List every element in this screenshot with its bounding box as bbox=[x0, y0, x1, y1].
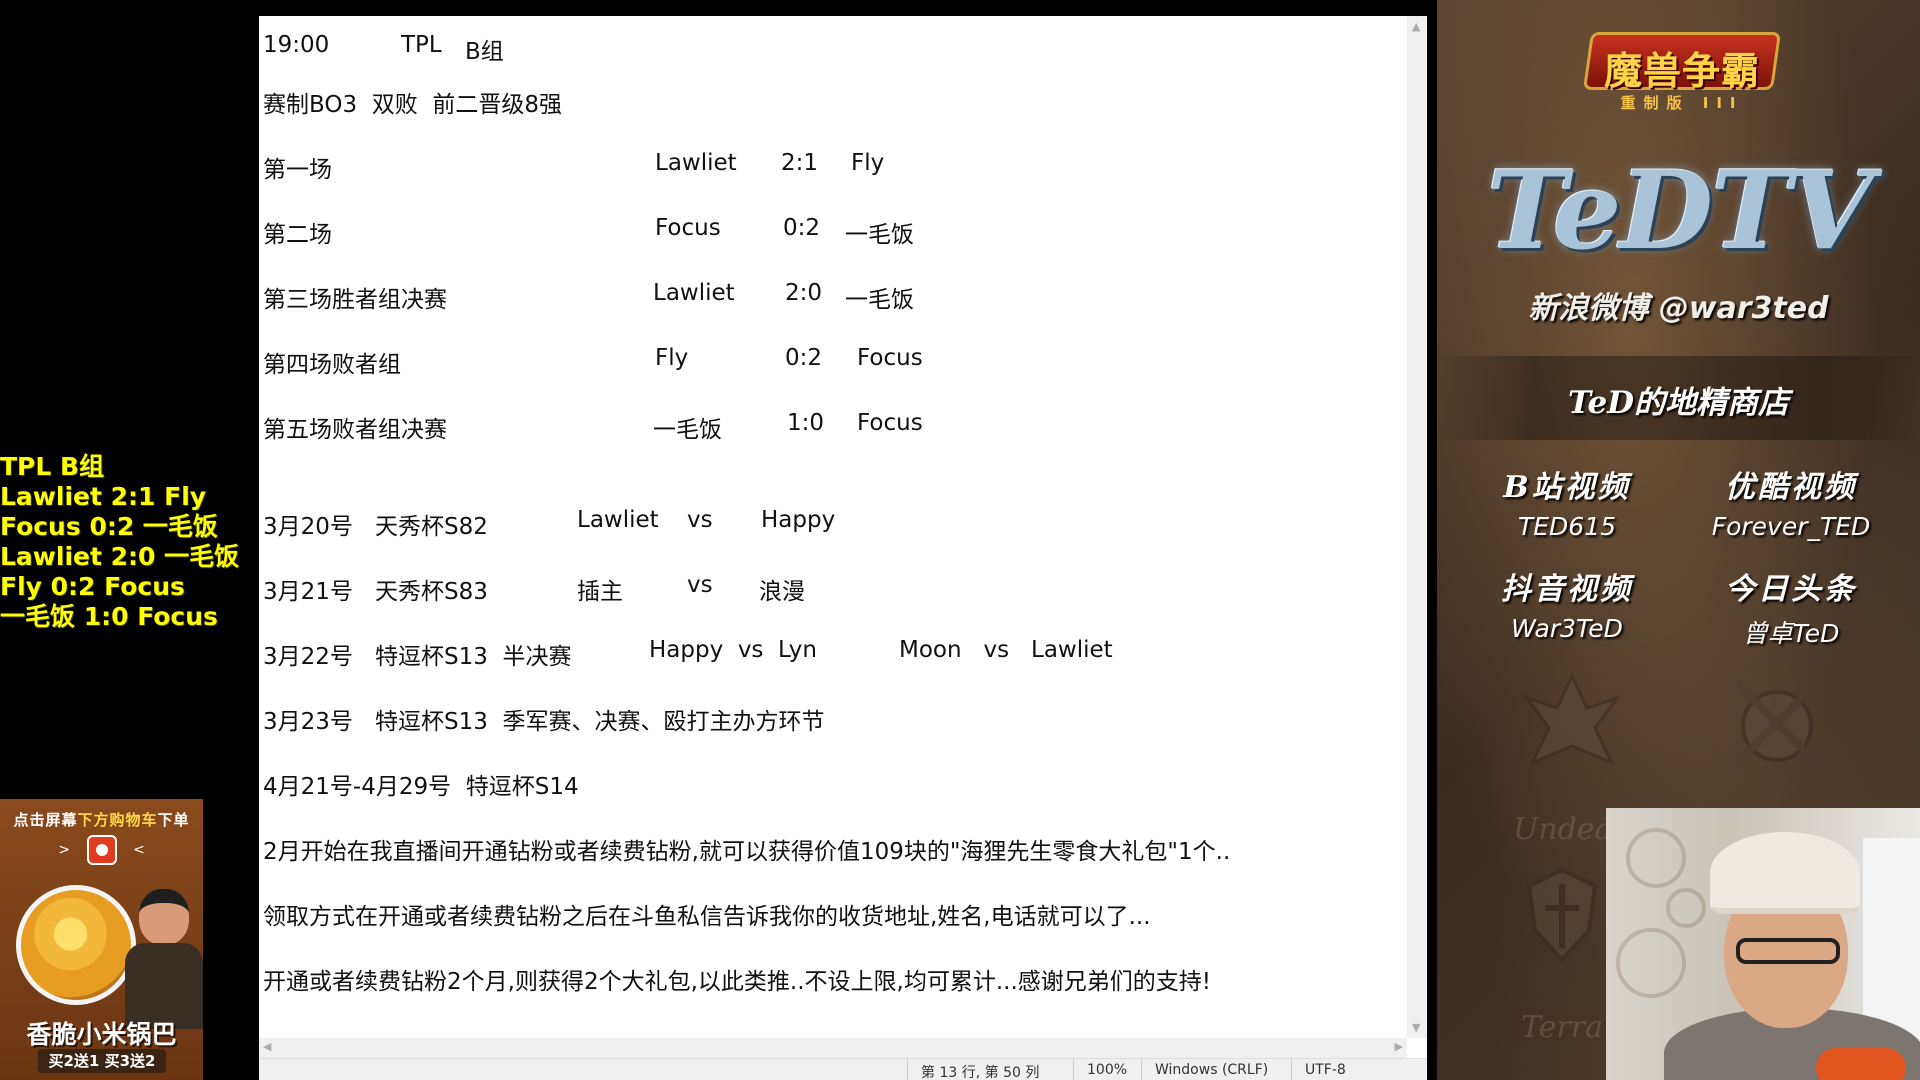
shopping-cart-icon[interactable] bbox=[86, 835, 117, 865]
vertical-scrollbar[interactable]: ▲ ▼ bbox=[1407, 16, 1427, 1038]
match-line: 第二场 Focus 0:2 一毛饭 bbox=[263, 215, 914, 248]
social-toutiao: 今日头条 曾卓TeD bbox=[1725, 572, 1857, 648]
scroll-down-icon[interactable]: ▼ bbox=[1412, 1021, 1420, 1034]
notice-line: 领取方式在开通或者续费钻粉之后在斗鱼私信告诉我你的收货地址,姓名,电话就可以了.… bbox=[263, 904, 1151, 930]
match-line: 第五场败者组决赛 一毛饭 1:0 Focus bbox=[263, 410, 923, 443]
warcraft-logo: 魔兽争霸 重制版 III bbox=[1582, 22, 1782, 124]
cursor-position: 第 13 行, 第 50 列 bbox=[921, 1065, 1040, 1080]
promo-person-image bbox=[125, 889, 203, 1029]
faded-race-text: Undea bbox=[1513, 812, 1613, 847]
header-event: TPL bbox=[401, 32, 442, 58]
promo-cart-row: > < bbox=[0, 835, 203, 865]
schedule-line: 3月22号 特逗杯S13 半决赛 Happy vs Lyn Moon vs La… bbox=[263, 637, 1113, 670]
score-overlay: TPL B组 Lawliet 2:1 Fly Focus 0:2 一毛饭 Law… bbox=[0, 452, 259, 632]
arrow-left-icon: < bbox=[132, 842, 145, 858]
horizontal-scrollbar[interactable]: ◀ ▶ bbox=[259, 1038, 1407, 1058]
shop-title: TeD的地精商店 bbox=[1567, 385, 1790, 421]
match-line: 第四场败者组 Fly 0:2 Focus bbox=[263, 345, 923, 378]
score-line: TPL B组 bbox=[0, 452, 105, 481]
arrow-right-icon: > bbox=[58, 842, 71, 858]
match-line: 第一场 Lawliet 2:1 Fly bbox=[263, 150, 885, 183]
social-youku: 优酷视频 Forever_TED bbox=[1711, 470, 1871, 541]
faded-race-text: Terra bbox=[1521, 1010, 1604, 1045]
orc-emblem-icon bbox=[1722, 668, 1832, 778]
scroll-right-icon[interactable]: ▶ bbox=[1395, 1040, 1403, 1053]
notice-line: 开通或者续费钻粉2个月,则获得2个大礼包,以此类推..不设上限,均可累计...感… bbox=[263, 969, 1211, 995]
social-douyin: 抖音视频 War3TeD bbox=[1501, 572, 1633, 643]
notice-line: 2月开始在我直播间开通钻粉或者续费钻粉,就可以获得价值109块的"海狸先生零食大… bbox=[263, 839, 1231, 865]
line-ending: Windows (CRLF) bbox=[1155, 1062, 1269, 1078]
header-time: 19:00 bbox=[263, 32, 330, 58]
promo-offer-badge: 买2送1 买3送2 bbox=[38, 1049, 166, 1073]
scroll-up-icon[interactable]: ▲ bbox=[1412, 20, 1420, 33]
promo-instruction: 点击屏幕下方购物车下单 bbox=[13, 811, 190, 829]
scroll-left-icon[interactable]: ◀ bbox=[263, 1040, 271, 1053]
schedule-line: 3月23号 特逗杯S13 季军赛、决赛、殴打主办方环节 bbox=[263, 709, 825, 735]
left-overlay-column: TPL B组 Lawliet 2:1 Fly Focus 0:2 一毛饭 Law… bbox=[0, 0, 259, 1080]
score-line: Fly 0:2 Focus bbox=[0, 572, 185, 601]
shop-banner: TeD的地精商店 bbox=[1437, 356, 1920, 440]
header-group: B组 bbox=[465, 39, 504, 65]
shopping-promo-banner[interactable]: 点击屏幕下方购物车下单 > < 香脆小米锅巴 买2送1 买3送2 bbox=[0, 799, 203, 1080]
human-emblem-icon bbox=[1507, 860, 1617, 970]
schedule-line: 3月21号 天秀杯S83 插主 vs 浪漫 bbox=[263, 572, 805, 605]
notepad-window: 19:00 TPL B组 赛制BO3 双败 前二晋级8强 第一场 Lawliet… bbox=[259, 16, 1427, 1080]
game-logo-subtitle: 重制版 III bbox=[1620, 94, 1744, 112]
match-line: 第三场胜者组决赛 Lawliet 2:0 一毛饭 bbox=[263, 280, 914, 313]
game-logo-text: 魔兽争霸 bbox=[1603, 49, 1760, 93]
zoom-level: 100% bbox=[1087, 1062, 1128, 1078]
channel-logo: TeDTV bbox=[1486, 148, 1874, 274]
undead-emblem-icon bbox=[1517, 668, 1627, 778]
text-line: 19:00 TPL B组 bbox=[263, 32, 863, 65]
score-line: Lawliet 2:0 一毛饭 bbox=[0, 542, 240, 571]
snack-bowl-image bbox=[16, 885, 136, 1005]
encoding: UTF-8 bbox=[1305, 1062, 1346, 1078]
score-line: Focus 0:2 一毛饭 bbox=[0, 512, 218, 541]
score-line: Lawliet 2:1 Fly bbox=[0, 482, 207, 511]
format-line: 赛制BO3 双败 前二晋级8强 bbox=[263, 92, 562, 118]
status-bar: 第 13 行, 第 50 列 100% Windows (CRLF) UTF-8 bbox=[259, 1058, 1427, 1080]
promo-product-title: 香脆小米锅巴 bbox=[26, 1020, 177, 1049]
score-line: 一毛饭 1:0 Focus bbox=[0, 602, 218, 631]
weibo-handle: 新浪微博 @war3ted bbox=[1528, 291, 1829, 326]
schedule-line: 3月20号 天秀杯S82 Lawliet vs Happy bbox=[263, 507, 836, 540]
social-bilibili: B站视频 TED615 bbox=[1503, 470, 1631, 541]
webcam-feed bbox=[1606, 808, 1920, 1080]
text-editor-area[interactable]: 19:00 TPL B组 赛制BO3 双败 前二晋级8强 第一场 Lawliet… bbox=[259, 16, 1407, 1038]
schedule-line: 4月21号-4月29号 特逗杯S14 bbox=[263, 774, 579, 800]
